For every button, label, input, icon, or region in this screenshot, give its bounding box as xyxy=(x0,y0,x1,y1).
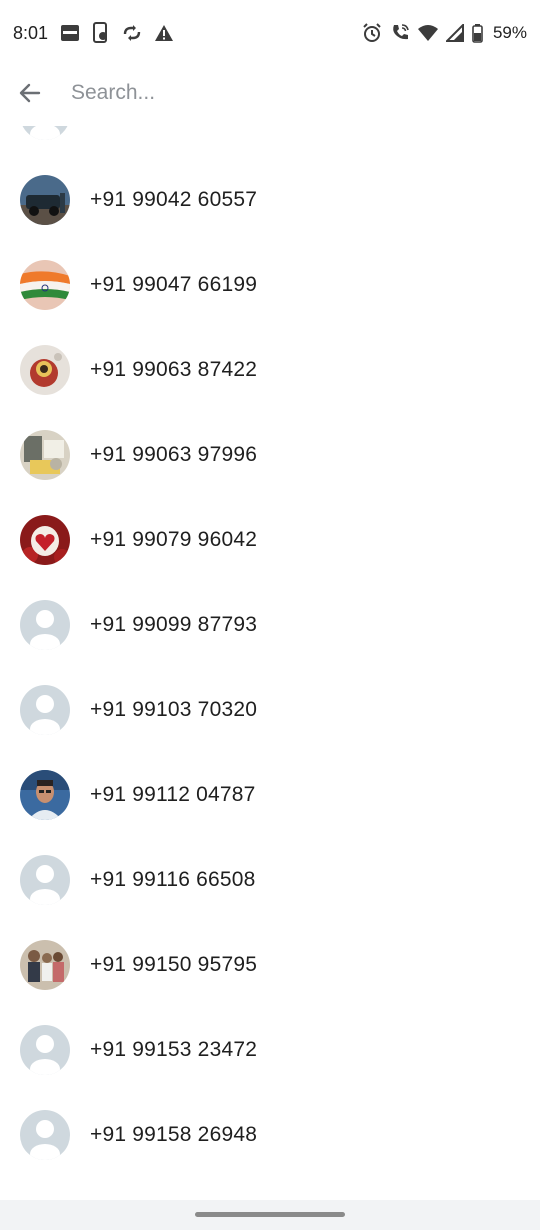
contact-phone: +91 99079 96042 xyxy=(90,527,258,551)
default-avatar-icon xyxy=(20,599,70,650)
contact-row[interactable]: +91 99158 26948 xyxy=(0,1092,540,1177)
contact-row[interactable]: +91 99047 66199 xyxy=(0,242,540,327)
contact-phone: +91 99153 23472 xyxy=(90,1037,258,1061)
battery-icon xyxy=(472,23,483,43)
contact-phone: +91 99150 95795 xyxy=(90,952,258,976)
default-avatar-icon xyxy=(20,854,70,905)
search-input[interactable] xyxy=(69,80,493,106)
search-bar xyxy=(0,66,540,120)
warning-icon xyxy=(154,24,174,42)
contact-phone: +91 99103 70320 xyxy=(90,697,258,721)
contact-phone: +91 99042 60557 xyxy=(90,187,258,211)
contact-row[interactable]: +91 99042 60557 xyxy=(0,157,540,242)
default-avatar-icon xyxy=(20,126,70,140)
navigation-bar xyxy=(0,1200,540,1230)
signal-icon xyxy=(445,24,464,42)
status-bar: 8:01 59% xyxy=(0,0,540,66)
contact-row[interactable]: +91 99103 70320 xyxy=(0,667,540,752)
contact-list[interactable]: +91 98986 17125 +91 99042 60557 +91 99047 … xyxy=(0,126,540,1200)
contact-phone: +91 99112 04787 xyxy=(90,782,256,806)
gesture-handle[interactable] xyxy=(195,1212,345,1217)
phone-alert-icon xyxy=(92,22,110,44)
alarm-icon xyxy=(362,23,382,43)
contact-row[interactable]: +91 99063 97996 xyxy=(0,412,540,497)
default-avatar-icon xyxy=(20,1024,70,1075)
status-right: 59% xyxy=(362,23,527,43)
contact-row[interactable]: +91 99063 87422 xyxy=(0,327,540,412)
contact-row[interactable]: +91 99116 66508 xyxy=(0,837,540,922)
contact-phone: +91 99099 87793 xyxy=(90,612,258,636)
contact-phone: +91 99063 97996 xyxy=(90,442,258,466)
contact-avatar xyxy=(20,769,70,820)
contact-row[interactable]: +91 99079 96042 xyxy=(0,497,540,582)
sync-icon xyxy=(122,25,142,41)
contact-phone: +91 99116 66508 xyxy=(90,867,256,891)
contact-phone: +91 99047 66199 xyxy=(90,272,258,296)
contact-phone: +91 99158 26948 xyxy=(90,1122,258,1146)
contact-avatar xyxy=(20,514,70,565)
status-time: 8:01 xyxy=(13,22,49,43)
contact-avatar xyxy=(20,344,70,395)
contact-phone: +91 99063 87422 xyxy=(90,357,258,381)
contact-row[interactable]: +91 99112 04787 xyxy=(0,752,540,837)
wifi-calling-icon xyxy=(390,23,410,43)
contact-avatar xyxy=(20,939,70,990)
contact-row[interactable]: +91 99099 87793 xyxy=(0,582,540,667)
battery-percentage: 59% xyxy=(492,23,527,42)
arrow-back-icon xyxy=(19,83,41,103)
default-avatar-icon xyxy=(20,1109,70,1160)
back-button[interactable] xyxy=(0,66,60,120)
contact-avatar xyxy=(20,174,70,225)
news-app-icon xyxy=(60,23,80,43)
contact-row[interactable]: +91 99150 95795 xyxy=(0,922,540,1007)
contact-avatar xyxy=(20,259,70,310)
contact-row[interactable]: +91 98986 17125 xyxy=(0,126,540,157)
default-avatar-icon xyxy=(20,684,70,735)
contact-phone: +91 98986 17125 xyxy=(90,126,257,127)
wifi-icon xyxy=(417,24,438,42)
contact-avatar xyxy=(20,429,70,480)
status-left: 8:01 xyxy=(13,22,174,44)
contact-row[interactable]: +91 99153 23472 xyxy=(0,1007,540,1092)
